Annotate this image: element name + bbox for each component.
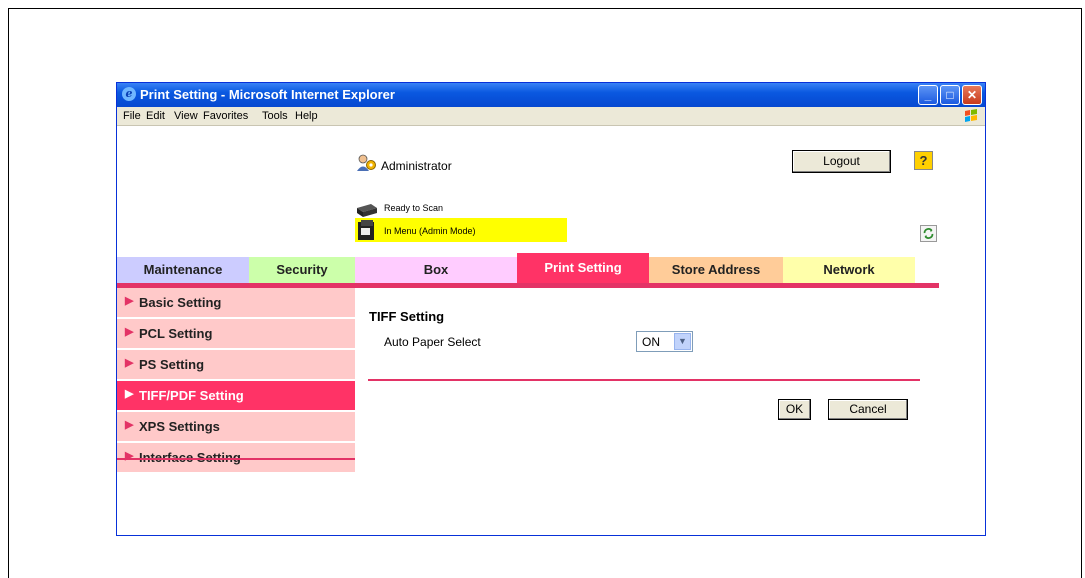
menu-favorites[interactable]: Favorites [203,110,248,122]
menu-edit[interactable]: Edit [146,110,165,122]
sidebar-item-ps-setting[interactable]: ▶ PS Setting [117,350,355,380]
menu-file[interactable]: File [123,110,141,122]
section-divider [368,379,920,381]
windows-flag-icon [965,109,977,122]
browser-window: e Print Setting - Microsoft Internet Exp… [116,82,986,536]
auto-paper-select-label: Auto Paper Select [384,335,481,349]
ok-button[interactable]: OK [778,399,811,420]
triangle-right-icon: ▶ [125,388,134,400]
sidebar-item-label: PCL Setting [139,326,213,341]
menu-help[interactable]: Help [295,110,318,122]
tab-box[interactable]: Box [355,257,517,283]
menu-bar: File Edit View Favorites Tools Help [117,107,985,126]
tab-store-address[interactable]: Store Address [649,257,783,283]
sidebar-item-basic-setting[interactable]: ▶ Basic Setting [117,288,355,318]
user-label: Administrator [381,159,452,173]
triangle-right-icon: ▶ [125,450,134,462]
sidebar-item-tiff-pdf-setting[interactable]: ▶ TIFF/PDF Setting [117,381,355,411]
cancel-button[interactable]: Cancel [828,399,908,420]
menu-tools[interactable]: Tools [262,110,288,122]
status-mode: In Menu (Admin Mode) [384,226,476,236]
administrator-icon [357,154,376,171]
ie-icon: e [122,87,136,101]
triangle-right-icon: ▶ [125,419,134,431]
menu-view[interactable]: View [174,110,198,122]
tab-security[interactable]: Security [249,257,355,283]
chevron-down-icon[interactable]: ▼ [674,333,691,350]
auto-paper-select[interactable]: ON ▼ [636,331,693,352]
status-ready: Ready to Scan [384,203,444,213]
maximize-button[interactable]: □ [940,85,960,105]
sidebar-item-label: TIFF/PDF Setting [139,388,244,403]
logout-button[interactable]: Logout [792,150,891,173]
tab-maintenance[interactable]: Maintenance [117,257,249,283]
sidebar-item-label: XPS Settings [139,419,220,434]
sidebar-item-xps-settings[interactable]: ▶ XPS Settings [117,412,355,442]
section-title: TIFF Setting [369,309,445,324]
window-title: Print Setting - Microsoft Internet Explo… [140,87,395,102]
help-icon[interactable]: ? [914,151,933,170]
triangle-right-icon: ▶ [125,326,134,338]
triangle-right-icon: ▶ [125,357,134,369]
triangle-right-icon: ▶ [125,295,134,307]
minimize-button[interactable]: _ [918,85,938,105]
sidebar-item-label: Basic Setting [139,295,222,310]
tab-network[interactable]: Network [783,257,915,283]
auto-paper-select-value: ON [642,335,660,349]
tab-print-setting[interactable]: Print Setting [517,253,649,283]
close-button[interactable]: ✕ [962,85,982,105]
page-content: Administrator Logout ? Ready to Scan In … [117,126,985,535]
sidebar-item-label: PS Setting [139,357,205,372]
printer-icon [358,220,374,240]
refresh-icon[interactable] [920,225,937,242]
sidebar-divider [117,458,355,460]
sidebar-item-pcl-setting[interactable]: ▶ PCL Setting [117,319,355,349]
title-bar[interactable]: e Print Setting - Microsoft Internet Exp… [117,83,985,107]
